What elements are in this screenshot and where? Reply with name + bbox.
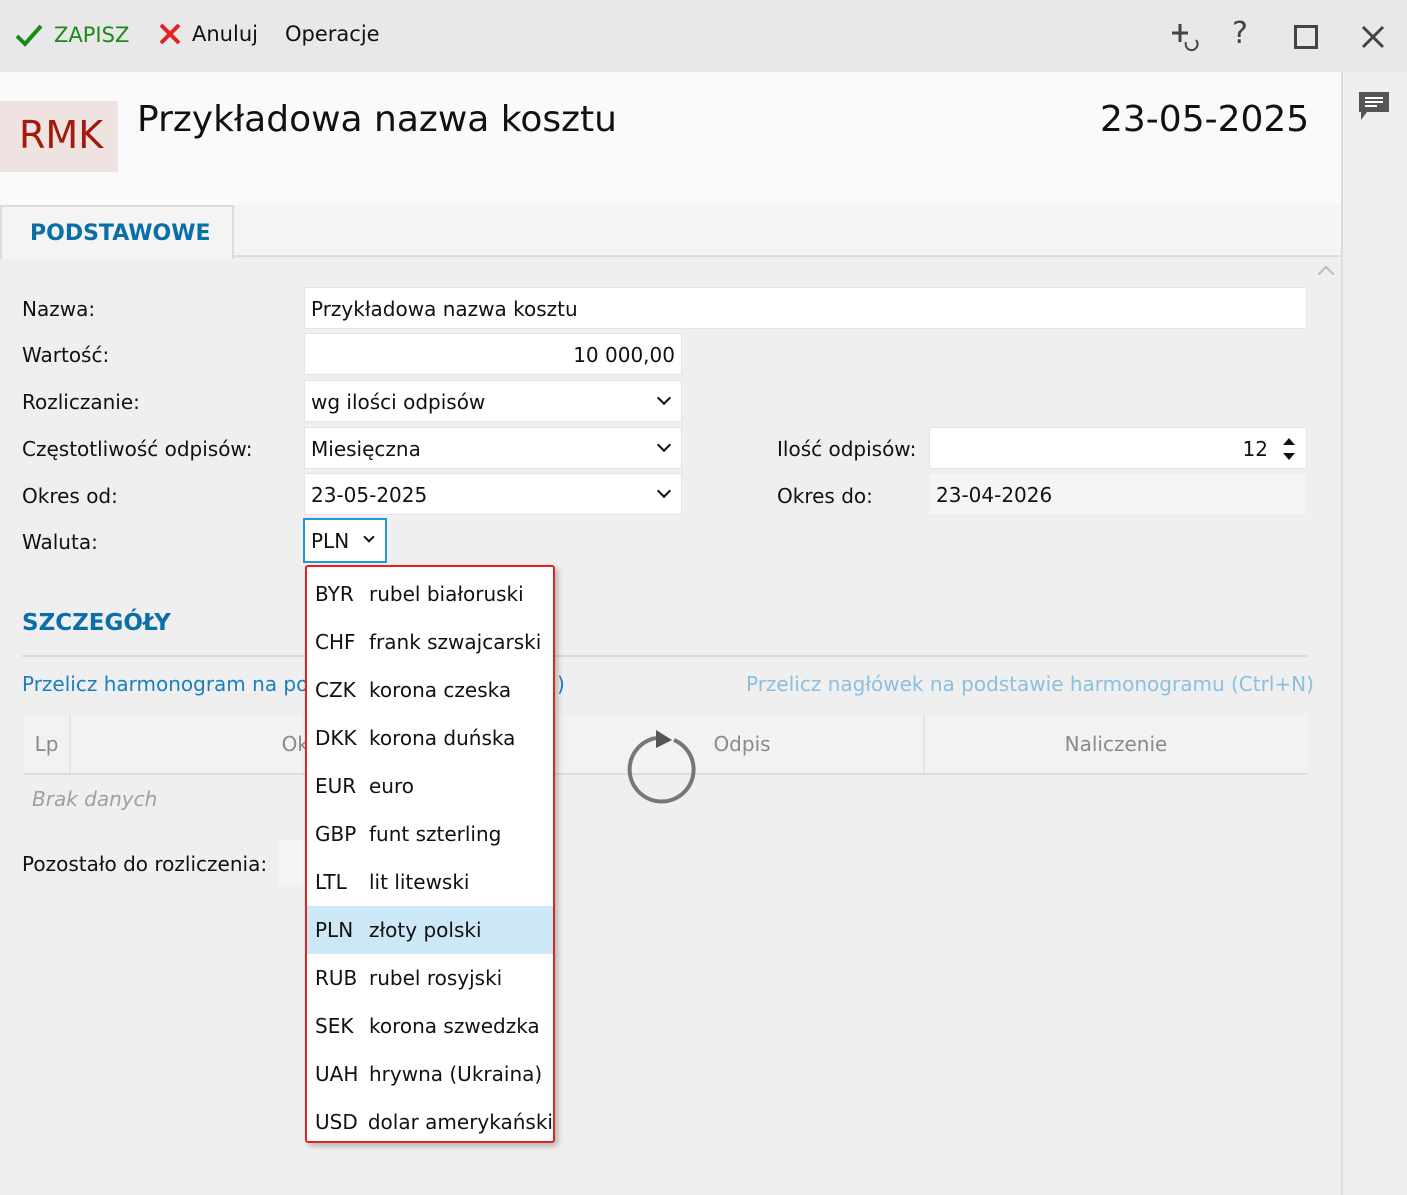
name-input[interactable]: Przykładowa nazwa kosztu bbox=[304, 287, 1307, 329]
currency-name: frank szwajcarski bbox=[369, 630, 542, 654]
currency-option-ltl[interactable]: LTL lit litewski bbox=[307, 858, 553, 906]
currency-option-eur[interactable]: EUR euro bbox=[307, 762, 553, 810]
count-value: 12 bbox=[1242, 437, 1268, 461]
frequency-label: Częstotliwość odpisów: bbox=[22, 437, 253, 461]
maximize-icon[interactable] bbox=[1294, 25, 1318, 49]
currency-name: korona duńska bbox=[369, 726, 516, 750]
currency-option-chf[interactable]: CHF frank szwajcarski bbox=[307, 618, 553, 666]
document-type-badge: RMK bbox=[0, 101, 118, 172]
currency-select[interactable]: PLN bbox=[303, 518, 387, 563]
currency-option-sek[interactable]: SEK korona szwedzka bbox=[307, 1002, 553, 1050]
toolbar: ZAPISZ Anuluj Operacje ? bbox=[0, 0, 1407, 72]
currency-name: rubel białoruski bbox=[369, 582, 524, 606]
chevron-down-icon bbox=[363, 531, 375, 543]
tab-podstawowe[interactable]: PODSTAWOWE bbox=[0, 205, 234, 259]
settlement-value: wg ilości odpisów bbox=[311, 390, 486, 414]
currency-code: GBP bbox=[315, 822, 357, 846]
currency-name: złoty polski bbox=[369, 918, 482, 942]
section-title-details: SZCZEGÓŁY bbox=[22, 610, 171, 636]
cancel-label: Anuluj bbox=[192, 22, 258, 46]
frequency-value: Miesięczna bbox=[311, 437, 421, 461]
currency-name: rubel rosyjski bbox=[369, 966, 503, 990]
period-to-label: Okres do: bbox=[777, 484, 873, 508]
name-label: Nazwa: bbox=[22, 297, 96, 321]
recalc-schedule-link-tail[interactable]: ) bbox=[557, 672, 565, 696]
currency-code: EUR bbox=[315, 774, 357, 798]
period-to-value: 23-04-2026 bbox=[929, 473, 1307, 515]
currency-name: korona czeska bbox=[369, 678, 512, 702]
tab-bar: PODSTAWOWE bbox=[0, 205, 1341, 259]
period-from-label: Okres od: bbox=[22, 484, 118, 508]
currency-code: LTL bbox=[315, 870, 347, 894]
count-stepper[interactable]: 12 bbox=[929, 427, 1307, 469]
period-from-date[interactable]: 23-05-2025 bbox=[304, 473, 682, 515]
close-icon[interactable] bbox=[1361, 25, 1385, 49]
currency-code: USD bbox=[315, 1110, 358, 1134]
save-label: ZAPISZ bbox=[54, 23, 130, 47]
currency-option-pln[interactable]: PLN złoty polski bbox=[307, 906, 553, 954]
settlement-label: Rozliczanie: bbox=[22, 390, 140, 414]
currency-option-rub[interactable]: RUB rubel rosyjski bbox=[307, 954, 553, 1002]
currency-code: BYR bbox=[315, 582, 354, 606]
currency-label: Waluta: bbox=[22, 530, 98, 554]
currency-name: lit litewski bbox=[369, 870, 470, 894]
column-header-lp[interactable]: Lp bbox=[24, 714, 71, 774]
document-header: RMK Przykładowa nazwa kosztu 23-05-2025 bbox=[0, 72, 1341, 205]
currency-name: korona szwedzka bbox=[369, 1014, 540, 1038]
currency-option-usd[interactable]: USD dolar amerykański bbox=[307, 1098, 553, 1146]
frequency-select[interactable]: Miesięczna bbox=[304, 427, 682, 469]
add-refresh-icon[interactable] bbox=[1170, 22, 1200, 52]
currency-code: RUB bbox=[315, 966, 358, 990]
operations-label: Operacje bbox=[285, 22, 380, 46]
recalc-header-link[interactable]: Przelicz nagłówek na podstawie harmonogr… bbox=[746, 672, 1314, 696]
value-input[interactable]: 10 000,00 bbox=[304, 333, 682, 375]
empty-table-message: Brak danych bbox=[32, 787, 158, 811]
currency-name: hrywna (Ukraina) bbox=[369, 1062, 543, 1086]
recalc-schedule-link[interactable]: Przelicz harmonogram na po bbox=[22, 672, 308, 696]
currency-dropdown-list: BYR rubel białoruski CHF frank szwajcarski C… bbox=[305, 565, 555, 1143]
column-header-accrual[interactable]: Naliczenie bbox=[925, 714, 1307, 774]
value-label: Wartość: bbox=[22, 343, 110, 367]
currency-option-gbp[interactable]: GBP funt szterling bbox=[307, 810, 553, 858]
currency-code: DKK bbox=[315, 726, 357, 750]
divider bbox=[22, 655, 1307, 657]
settlement-select[interactable]: wg ilości odpisów bbox=[304, 380, 682, 422]
chevron-down-icon bbox=[656, 437, 672, 453]
count-label: Ilość odpisów: bbox=[777, 437, 917, 461]
check-icon bbox=[15, 24, 43, 47]
cancel-button[interactable]: Anuluj bbox=[158, 22, 258, 46]
close-x-icon bbox=[159, 23, 181, 45]
chevron-down-icon bbox=[656, 483, 672, 499]
currency-code: CZK bbox=[315, 678, 356, 702]
page-title: Przykładowa nazwa kosztu bbox=[137, 99, 617, 140]
loading-spinner-icon bbox=[627, 730, 696, 804]
remaining-label: Pozostało do rozliczenia: bbox=[22, 852, 268, 876]
help-icon[interactable]: ? bbox=[1232, 16, 1248, 51]
period-from-value: 23-05-2025 bbox=[311, 483, 428, 507]
stepper-arrows-icon[interactable] bbox=[1282, 435, 1296, 463]
currency-option-dkk[interactable]: DKK korona duńska bbox=[307, 714, 553, 762]
currency-code: UAH bbox=[315, 1062, 359, 1086]
currency-option-czk[interactable]: CZK korona czeska bbox=[307, 666, 553, 714]
currency-name: dolar amerykański bbox=[367, 1110, 553, 1134]
currency-code: PLN bbox=[315, 918, 354, 942]
currency-name: funt szterling bbox=[369, 822, 502, 846]
comment-icon[interactable] bbox=[1357, 90, 1391, 122]
currency-option-uah[interactable]: UAH hrywna (Ukraina) bbox=[307, 1050, 553, 1098]
chevron-down-icon bbox=[656, 390, 672, 406]
currency-option-byr[interactable]: BYR rubel białoruski bbox=[307, 570, 553, 618]
currency-code: CHF bbox=[315, 630, 356, 654]
currency-code: SEK bbox=[315, 1014, 354, 1038]
right-sidebar bbox=[1341, 72, 1407, 1195]
document-date: 23-05-2025 bbox=[1100, 99, 1310, 140]
currency-value: PLN bbox=[311, 529, 350, 553]
currency-name: euro bbox=[369, 774, 414, 798]
save-button[interactable]: ZAPISZ bbox=[14, 22, 129, 48]
operations-menu[interactable]: Operacje bbox=[285, 22, 380, 46]
scroll-up-icon[interactable] bbox=[1317, 265, 1335, 283]
